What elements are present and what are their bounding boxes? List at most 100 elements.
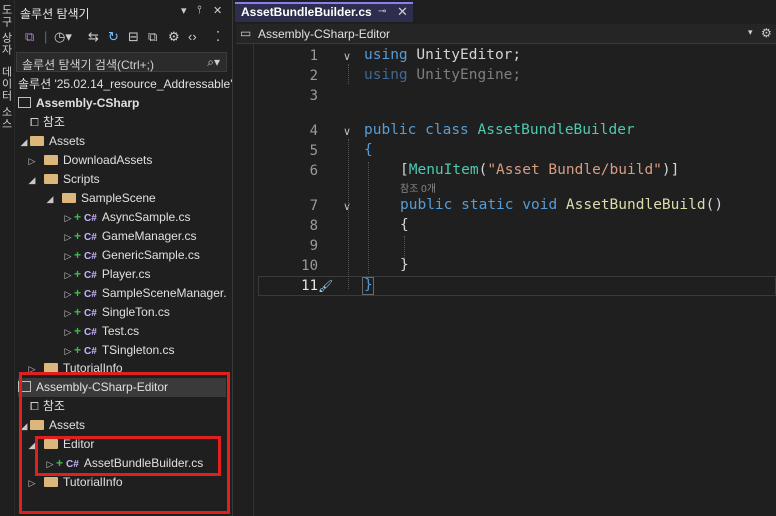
more-options-icon[interactable]: ⁚: [216, 29, 220, 45]
code-line-8[interactable]: {: [400, 217, 409, 233]
tree-item-file[interactable]: ▷ + C# GenericSample.cs: [62, 246, 200, 265]
tree-item-file[interactable]: ▷ + C# Player.cs: [62, 265, 151, 284]
tree-item-folder[interactable]: ▷ TutorialInfo: [26, 359, 123, 373]
solution-explorer-toolbar: ⧉ | ◷▾ ⇆ ↻ ⊟ ⧉ ⚙ ‹› ⁚: [16, 26, 230, 48]
chevron-right-icon[interactable]: ▷: [62, 323, 74, 342]
tree-item-file[interactable]: ▷ + C# SampleSceneManager.: [62, 284, 227, 303]
vs-solution-icon[interactable]: ⧉: [25, 29, 34, 45]
keyword: public: [364, 122, 417, 138]
code-line-11[interactable]: }: [364, 277, 373, 293]
code-line-10[interactable]: }: [400, 257, 409, 273]
close-icon[interactable]: ✕: [397, 4, 408, 20]
tab-label: AssetBundleBuilder.cs: [241, 5, 372, 19]
codelens-references[interactable]: 참조 0개: [400, 180, 436, 195]
brace: {: [400, 217, 409, 233]
line-number: 2: [309, 68, 318, 84]
punct: [: [400, 162, 409, 178]
toolbar-separator: |: [44, 29, 48, 44]
git-added-icon: +: [74, 267, 82, 281]
chevron-right-icon[interactable]: ▷: [62, 247, 74, 266]
code-view-icon[interactable]: ‹›: [188, 29, 197, 44]
keyword: using: [364, 47, 408, 63]
indent-guide: [368, 162, 369, 274]
csharp-file-icon: C#: [84, 289, 97, 300]
line-number: 6: [309, 163, 318, 179]
chevron-down-icon[interactable]: ◢: [44, 190, 56, 209]
folder-icon: [30, 135, 44, 146]
tree-item-folder[interactable]: ◢ SampleScene: [44, 189, 156, 208]
chevron-down-icon[interactable]: ◢: [26, 171, 38, 190]
tree-item-folder[interactable]: ◢ Scripts: [26, 170, 100, 189]
gutter-separator: [253, 44, 254, 516]
chevron-down-icon[interactable]: ∨: [343, 50, 351, 63]
tree-item-label: SampleSceneManager.: [101, 286, 227, 300]
tab-assetbundlebuilder[interactable]: AssetBundleBuilder.cs ⊸ ✕: [235, 2, 413, 22]
chevron-right-icon[interactable]: ▷: [62, 285, 74, 304]
tree-item-file[interactable]: ▷ + C# AsyncSample.cs: [62, 208, 191, 227]
sync-icon[interactable]: ⇆: [88, 29, 99, 45]
code-text: UnityEngine;: [407, 67, 522, 83]
tree-item-folder[interactable]: ◢ Assets: [18, 132, 85, 151]
tree-item-project[interactable]: Assembly-CSharp: [18, 94, 139, 113]
chevron-right-icon[interactable]: ▷: [62, 304, 74, 323]
pin-icon[interactable]: ⊸: [378, 6, 386, 17]
tree-item-label: 참조: [42, 115, 65, 129]
csharp-file-icon: C#: [84, 346, 97, 357]
git-added-icon: +: [74, 324, 82, 338]
tree-item-label: Assets: [49, 134, 86, 148]
csharp-file-icon: C#: [84, 232, 97, 243]
code-line-1[interactable]: using UnityEditor;: [364, 47, 521, 63]
solution-search-input[interactable]: 솔루션 탐색기 검색(Ctrl+;) ⌕▾: [16, 52, 227, 72]
refresh-icon[interactable]: ↻: [108, 29, 119, 45]
tree-item-file[interactable]: ▷ + C# Test.cs: [62, 322, 140, 342]
string-literal: "Asset Bundle/build": [487, 162, 662, 178]
git-added-icon: +: [74, 305, 82, 319]
chevron-right-icon[interactable]: ▷: [62, 228, 74, 247]
keyword: void: [522, 197, 558, 213]
search-placeholder: 솔루션 탐색기 검색(Ctrl+;): [22, 58, 154, 72]
class-member-icon[interactable]: ⚙: [761, 26, 772, 40]
tree-item-label: TSingleton.cs: [101, 343, 175, 357]
search-icon[interactable]: ⌕▾: [207, 55, 220, 70]
toolbox-tab[interactable]: 도구 상자: [0, 4, 14, 56]
collapse-all-icon[interactable]: ⊟: [128, 29, 139, 45]
chevron-down-icon[interactable]: ∨: [343, 125, 351, 138]
code-line-7[interactable]: public static void AssetBundleBuild(): [400, 197, 723, 213]
line-number: 10: [301, 258, 318, 274]
chevron-right-icon[interactable]: ▷: [62, 266, 74, 285]
code-line-6[interactable]: [MenuItem("Asset Bundle/build")]: [400, 162, 679, 178]
line-number: 1: [309, 48, 318, 64]
highlight-box-builder-file: [35, 436, 221, 476]
chevron-down-icon[interactable]: ▾: [748, 27, 753, 38]
folder-icon: [44, 173, 58, 184]
chevron-right-icon[interactable]: ▷: [26, 152, 38, 171]
code-line-5[interactable]: {: [364, 142, 373, 158]
editor-navigation-bar[interactable]: ▭ Assembly-CSharp-Editor ▾ ⚙: [236, 24, 776, 44]
close-icon[interactable]: ✕: [213, 4, 222, 17]
csharp-file-icon: C#: [84, 327, 97, 338]
type-name: MenuItem: [408, 162, 479, 178]
tree-item-file[interactable]: ▷ + C# TSingleton.cs: [62, 341, 175, 360]
tree-item-references[interactable]: ⧠ 참조: [30, 113, 65, 132]
properties-icon[interactable]: ⚙: [168, 29, 180, 45]
chevron-right-icon[interactable]: ▷: [62, 209, 74, 228]
csharp-file-icon: C#: [84, 270, 97, 281]
code-cleanup-brush-icon[interactable]: 🖌: [318, 279, 333, 293]
show-all-files-icon[interactable]: ⧉: [148, 29, 157, 45]
tree-item-folder[interactable]: ▷ DownloadAssets: [26, 151, 153, 171]
code-line-4[interactable]: public class AssetBundleBuilder: [364, 122, 635, 138]
data-sources-tab[interactable]: 데이터 소스: [0, 66, 14, 130]
line-number: 8: [309, 218, 318, 234]
solution-node[interactable]: 솔루션 '25.02.14_resource_Addressable': [18, 75, 233, 94]
pin-icon[interactable]: ⫯: [197, 4, 202, 17]
project-dropdown-label[interactable]: Assembly-CSharp-Editor: [258, 27, 390, 41]
git-added-icon: +: [74, 210, 82, 224]
code-line-2[interactable]: using UnityEngine;: [364, 67, 521, 83]
chevron-down-icon[interactable]: ◢: [18, 133, 30, 152]
tree-item-file[interactable]: ▷ + C# SingleTon.cs: [62, 303, 170, 322]
csharp-file-icon: C#: [84, 251, 97, 262]
tree-item-file[interactable]: ▷ + C# GameManager.cs: [62, 227, 197, 246]
history-icon[interactable]: ◷▾: [54, 29, 72, 45]
panel-options-dropdown[interactable]: ▾: [181, 4, 187, 17]
code-text: UnityEditor;: [407, 47, 522, 63]
